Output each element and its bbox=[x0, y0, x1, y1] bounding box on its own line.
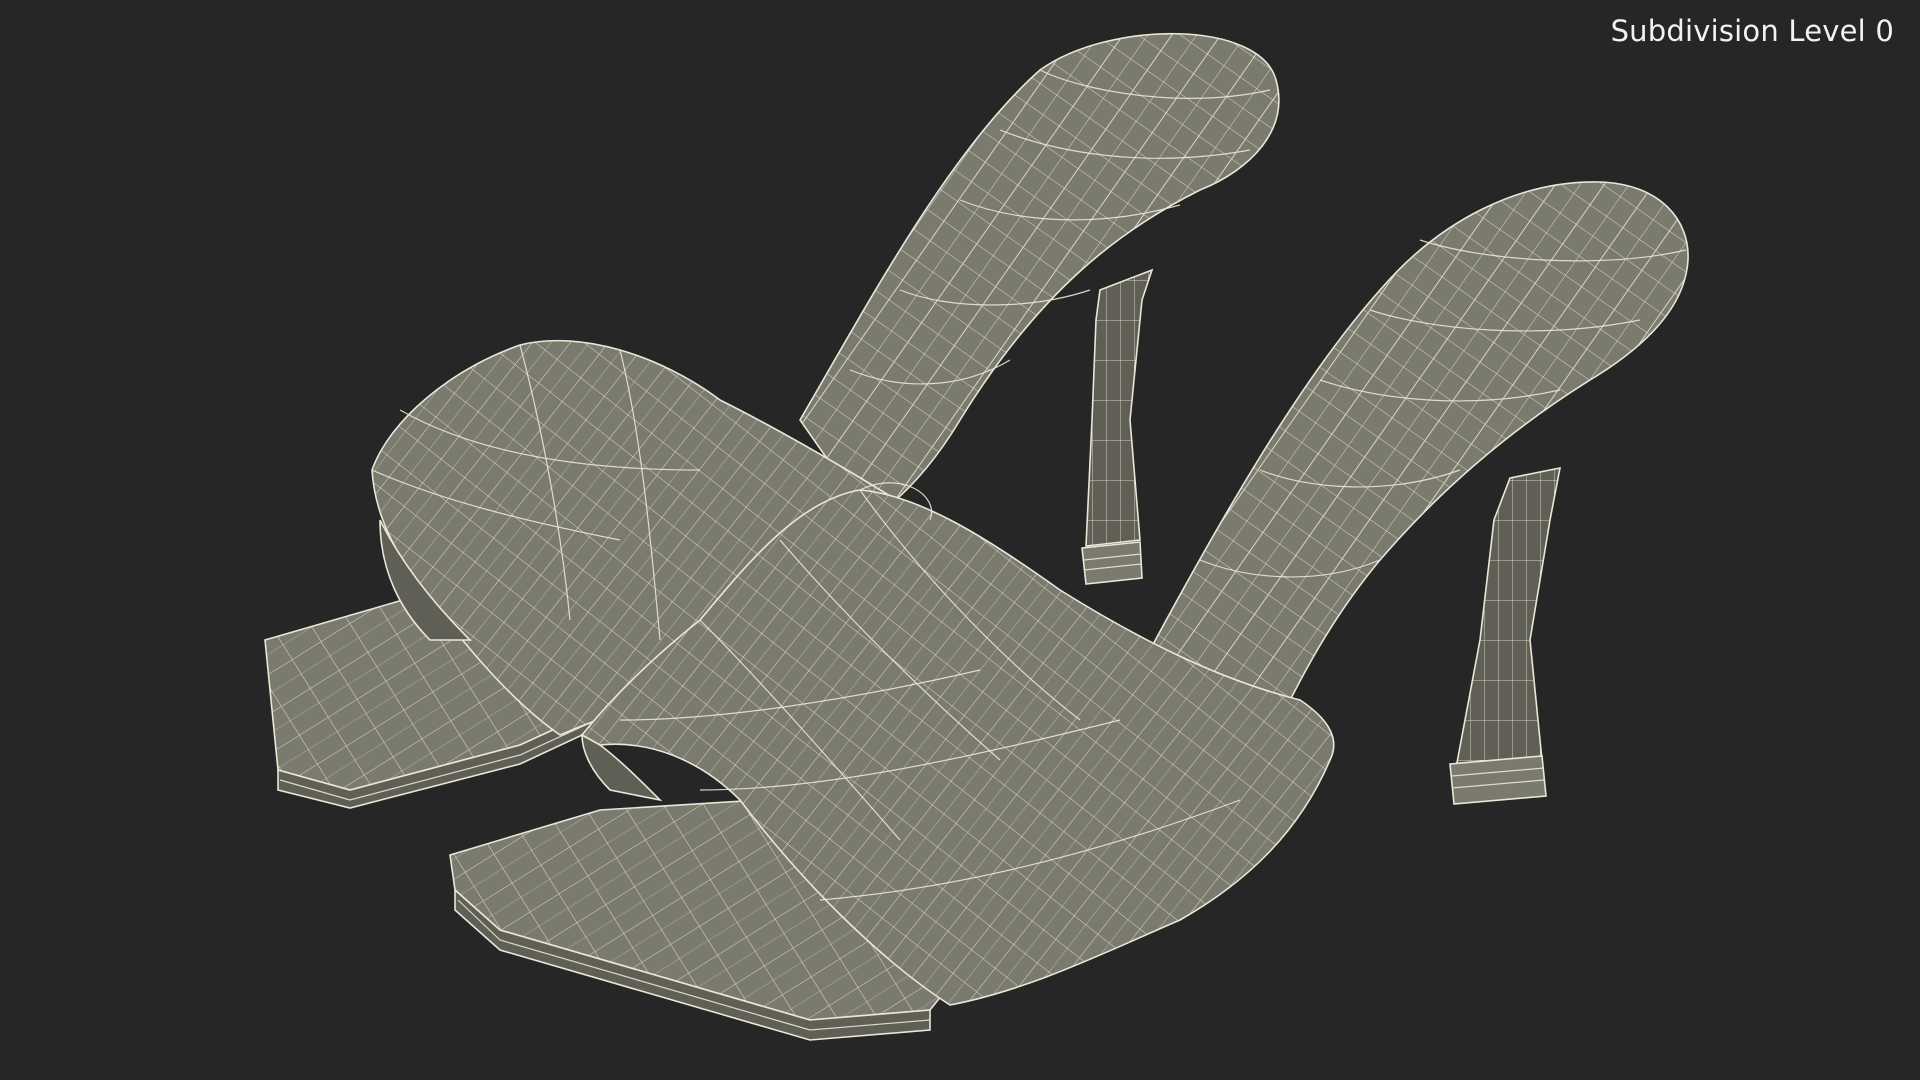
right-sandal-heel bbox=[1449, 466, 1562, 805]
left-sandal-footbed bbox=[799, 32, 1280, 522]
left-sandal-heel bbox=[1081, 268, 1154, 585]
wireframe-render bbox=[264, 32, 1689, 1041]
subdivision-level-label: Subdivision Level 0 bbox=[1610, 14, 1894, 48]
render-viewport: Subdivision Level 0 bbox=[0, 0, 1920, 1080]
right-sandal-footbed bbox=[1148, 181, 1689, 722]
